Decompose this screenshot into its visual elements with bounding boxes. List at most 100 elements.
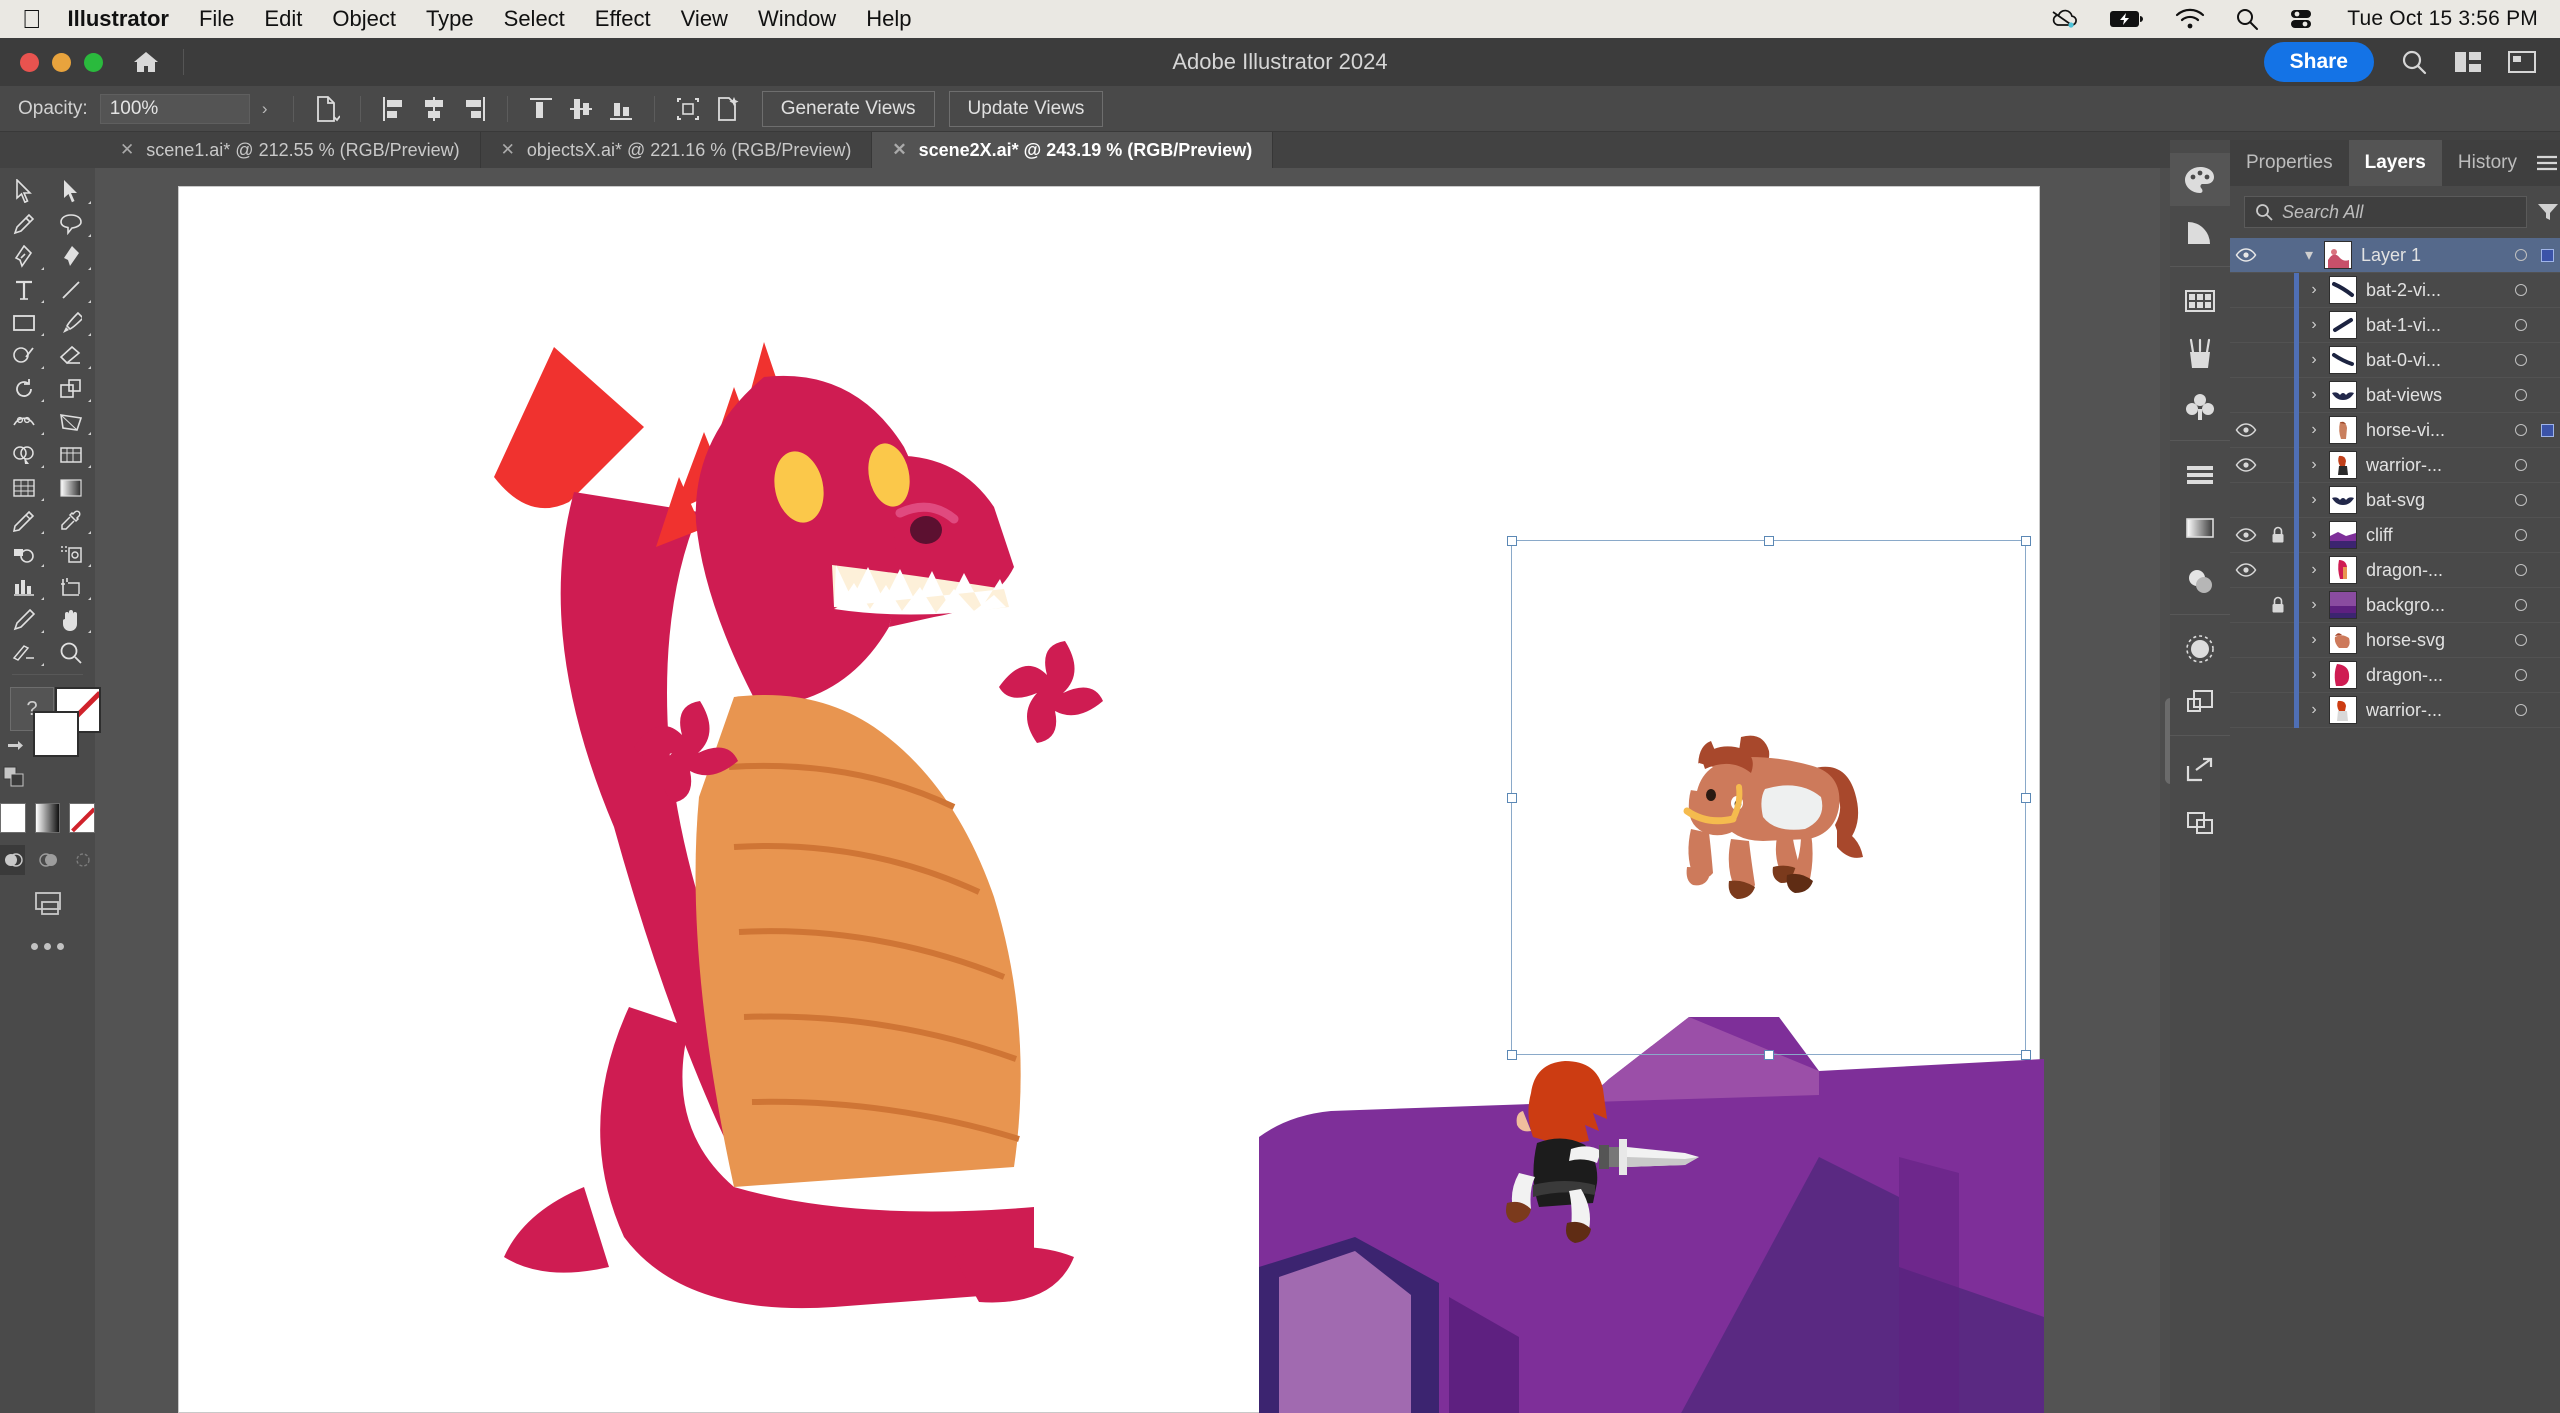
magic-wand-tool[interactable]	[0, 207, 48, 240]
column-graph-tool[interactable]	[0, 570, 48, 603]
swap-fill-stroke-icon[interactable]	[4, 739, 26, 761]
target-indicator[interactable]	[2508, 284, 2534, 296]
transform-bounding-box-icon[interactable]	[668, 91, 708, 127]
menu-view[interactable]: View	[681, 6, 728, 32]
edit-toolbar-icon[interactable]	[0, 943, 95, 950]
target-indicator[interactable]	[2508, 249, 2534, 261]
lock-icon[interactable]	[2262, 596, 2294, 614]
blend-tool[interactable]	[0, 504, 48, 537]
layer-name[interactable]: dragon-...	[2366, 665, 2508, 686]
color-guide-icon[interactable]	[2170, 206, 2230, 259]
selection-handle-e[interactable]	[2021, 793, 2031, 803]
align-panel-icon[interactable]	[2170, 448, 2230, 501]
eyedropper-tool[interactable]	[48, 504, 96, 537]
selection-handle-w[interactable]	[1507, 793, 1517, 803]
workspace-switcher-icon[interactable]	[2508, 50, 2536, 74]
target-indicator[interactable]	[2508, 424, 2534, 436]
shape-builder-tool[interactable]	[0, 438, 48, 471]
draw-behind-icon[interactable]	[35, 845, 60, 875]
align-center-vertical-icon[interactable]	[561, 91, 601, 127]
shaper-tool[interactable]	[0, 339, 48, 372]
selection-handle-nw[interactable]	[1507, 536, 1517, 546]
selection-indicator[interactable]	[2534, 424, 2560, 437]
document-tab-scene1[interactable]: ✕ scene1.ai* @ 212.55 % (RGB/Preview)	[100, 132, 481, 168]
visibility-toggle-icon[interactable]	[2230, 458, 2262, 472]
chevron-right-icon[interactable]: ›	[2299, 491, 2329, 509]
slice-tool[interactable]	[0, 636, 48, 669]
target-indicator[interactable]	[2508, 319, 2534, 331]
align-right-icon[interactable]	[454, 91, 494, 127]
menu-window[interactable]: Window	[758, 6, 836, 32]
target-indicator[interactable]	[2508, 704, 2534, 716]
close-icon[interactable]: ✕	[892, 140, 906, 160]
chevron-right-icon[interactable]: ›	[2299, 596, 2329, 614]
layer-name[interactable]: bat-0-vi...	[2366, 350, 2508, 371]
align-center-horizontal-icon[interactable]	[414, 91, 454, 127]
filter-icon[interactable]	[2537, 202, 2559, 222]
target-indicator[interactable]	[2508, 599, 2534, 611]
chevron-right-icon[interactable]: ›	[2299, 386, 2329, 404]
target-indicator[interactable]	[2508, 669, 2534, 681]
layer-name[interactable]: Layer 1	[2361, 245, 2508, 266]
menu-select[interactable]: Select	[504, 6, 565, 32]
selection-bounding-box[interactable]	[1511, 540, 2026, 1055]
chevron-right-icon[interactable]: ›	[2299, 666, 2329, 684]
free-transform-tool[interactable]	[48, 405, 96, 438]
layer-row-bat-0[interactable]: › bat-0-vi...	[2230, 343, 2560, 378]
document-tab-objectsx[interactable]: ✕ objectsX.ai* @ 221.16 % (RGB/Preview)	[481, 132, 873, 168]
layer-name[interactable]: bat-1-vi...	[2366, 315, 2508, 336]
appearance-icon[interactable]	[2170, 622, 2230, 675]
gradient-fill-icon[interactable]	[35, 803, 61, 833]
battery-charging-icon[interactable]	[2109, 9, 2145, 29]
dragon-illustration[interactable]	[434, 307, 1114, 1317]
minimize-button[interactable]	[52, 53, 71, 72]
selection-handle-sw[interactable]	[1507, 1050, 1517, 1060]
menu-illustrator[interactable]: Illustrator	[68, 6, 169, 32]
selection-handle-ne[interactable]	[2021, 536, 2031, 546]
asset-export-icon[interactable]	[2170, 796, 2230, 849]
home-icon[interactable]	[129, 45, 163, 79]
brushes-icon[interactable]	[2170, 327, 2230, 380]
maximize-button[interactable]	[84, 53, 103, 72]
export-icon[interactable]	[2170, 743, 2230, 796]
visibility-toggle-icon[interactable]	[2230, 563, 2262, 577]
target-indicator[interactable]	[2508, 494, 2534, 506]
selection-handle-se[interactable]	[2021, 1050, 2031, 1060]
layer-row-layer-1[interactable]: ▾ Layer 1	[2230, 238, 2560, 273]
chevron-right-icon[interactable]: ›	[2299, 421, 2329, 439]
layer-name[interactable]: bat-views	[2366, 385, 2508, 406]
draw-inside-icon[interactable]	[70, 845, 95, 875]
paintbrush-tool[interactable]	[48, 306, 96, 339]
symbol-sprayer-tool[interactable]	[0, 537, 48, 570]
selection-handle-s[interactable]	[1764, 1050, 1774, 1060]
layer-row-cliff[interactable]: › cliff	[2230, 518, 2560, 553]
share-button[interactable]: Share	[2264, 42, 2374, 82]
selection-handle-n[interactable]	[1764, 536, 1774, 546]
close-icon[interactable]: ✕	[501, 140, 515, 160]
chevron-right-icon[interactable]: ›	[2299, 456, 2329, 474]
swatches-icon[interactable]	[2170, 274, 2230, 327]
selection-tool[interactable]	[0, 174, 48, 207]
panel-menu-icon[interactable]	[2533, 140, 2560, 186]
layer-row-bat-1[interactable]: › bat-1-vi...	[2230, 308, 2560, 343]
visibility-toggle-icon[interactable]	[2230, 423, 2262, 437]
color-fill-icon[interactable]	[0, 803, 26, 833]
draw-normal-icon[interactable]	[0, 845, 25, 875]
layer-row-dragon-svg[interactable]: › dragon-...	[2230, 658, 2560, 693]
align-left-icon[interactable]	[374, 91, 414, 127]
window-controls[interactable]	[20, 53, 103, 72]
width-tool[interactable]	[0, 405, 48, 438]
wifi-icon[interactable]	[2175, 8, 2205, 30]
tab-properties[interactable]: Properties	[2230, 140, 2349, 186]
eraser-tool[interactable]	[48, 339, 96, 372]
target-indicator[interactable]	[2508, 459, 2534, 471]
chevron-down-icon[interactable]: ▾	[2294, 245, 2324, 265]
layer-name[interactable]: dragon-...	[2366, 560, 2508, 581]
align-bottom-icon[interactable]	[601, 91, 641, 127]
search-input-wrap[interactable]	[2244, 196, 2527, 228]
select-similar-icon[interactable]	[307, 91, 347, 127]
rotate-tool[interactable]	[0, 372, 48, 405]
layer-name[interactable]: bat-svg	[2366, 490, 2508, 511]
opacity-input[interactable]: 100%	[100, 94, 250, 124]
transparency-panel-icon[interactable]	[2170, 554, 2230, 607]
